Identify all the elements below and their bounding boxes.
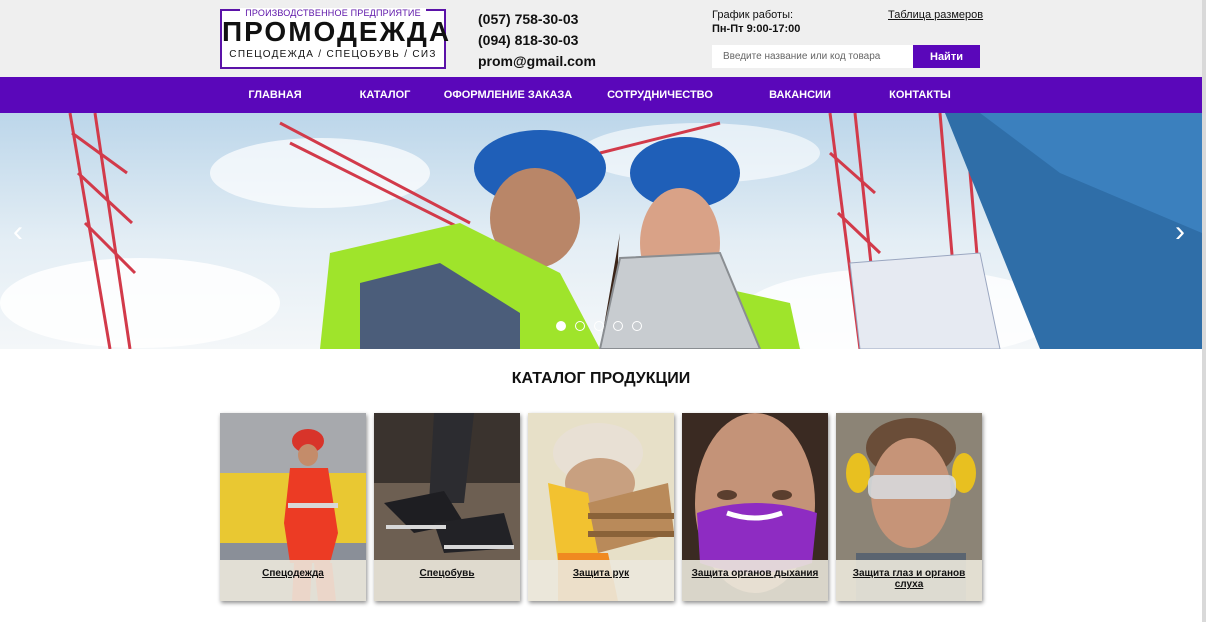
catalog-card-workwear[interactable]: Спецодежда: [220, 413, 366, 601]
catalog-card-footwear[interactable]: Спецобувь: [374, 413, 520, 601]
logo[interactable]: ПРОИЗВОДСТВЕННОЕ ПРЕДПРИЯТИЕ ПРОМОДЕЖДА …: [220, 8, 452, 69]
nav-item-home[interactable]: ГЛАВНАЯ: [248, 77, 301, 113]
work-schedule: График работы: Пн-Пт 9:00-17:00: [712, 8, 800, 36]
slider-dots: [556, 321, 642, 331]
hero-image: [0, 113, 1202, 349]
main-nav: ГЛАВНАЯ КАТАЛОГ ОФОРМЛЕНИЕ ЗАКАЗА СОТРУД…: [0, 77, 1202, 113]
catalog-card-respiratory-protection[interactable]: Защита органов дыхания: [682, 413, 828, 601]
phone-1[interactable]: (057) 758-30-03: [478, 9, 596, 30]
slider-dot-4[interactable]: [613, 321, 623, 331]
search-button[interactable]: Найти: [913, 45, 980, 68]
email[interactable]: prom@gmail.com: [478, 51, 596, 72]
size-chart-link[interactable]: Таблица размеров: [888, 9, 983, 21]
nav-item-contacts[interactable]: КОНТАКТЫ: [889, 77, 951, 113]
catalog-card-label[interactable]: Защита глаз и органов слуха: [836, 560, 982, 601]
logo-tagline: СПЕЦОДЕЖДА / СПЕЦОБУВЬ / СИЗ: [229, 49, 437, 60]
catalog-card-label[interactable]: Спецобувь: [374, 560, 520, 601]
phone-2[interactable]: (094) 818-30-03: [478, 30, 596, 51]
catalog-title: КАТАЛОГ ПРОДУКЦИИ: [511, 370, 691, 387]
catalog-card-label[interactable]: Защита органов дыхания: [682, 560, 828, 601]
contact-block: (057) 758-30-03 (094) 818-30-03 prom@gma…: [478, 9, 596, 72]
catalog-card-label[interactable]: Спецодежда: [220, 560, 366, 601]
slider-dot-2[interactable]: [575, 321, 585, 331]
slider-dot-5[interactable]: [632, 321, 642, 331]
slider-dot-1[interactable]: [556, 321, 566, 331]
catalog-card-hand-protection[interactable]: Защита рук: [528, 413, 674, 601]
site-header: ПРОИЗВОДСТВЕННОЕ ПРЕДПРИЯТИЕ ПРОМОДЕЖДА …: [0, 0, 1206, 77]
hero-slider: ‹ ›: [0, 113, 1202, 349]
page-scrollbar[interactable]: [1202, 0, 1206, 622]
logo-title: ПРОМОДЕЖДА: [222, 16, 452, 47]
slider-next-icon[interactable]: ›: [1168, 217, 1192, 247]
slider-prev-icon[interactable]: ‹: [6, 217, 30, 247]
nav-item-vacancies[interactable]: ВАКАНСИИ: [769, 77, 831, 113]
schedule-label: График работы:: [712, 9, 794, 21]
nav-item-ordering[interactable]: ОФОРМЛЕНИЕ ЗАКАЗА: [444, 77, 572, 113]
catalog-card-label[interactable]: Защита рук: [528, 560, 674, 601]
nav-item-cooperation[interactable]: СОТРУДНИЧЕСТВО: [607, 77, 713, 113]
nav-item-catalog[interactable]: КАТАЛОГ: [360, 77, 411, 113]
catalog-card-eye-hearing-protection[interactable]: Защита глаз и органов слуха: [836, 413, 982, 601]
slider-dot-3[interactable]: [594, 321, 604, 331]
search-input[interactable]: [712, 45, 913, 68]
search-form: Найти: [712, 45, 980, 68]
schedule-hours: Пн-Пт 9:00-17:00: [712, 23, 801, 35]
